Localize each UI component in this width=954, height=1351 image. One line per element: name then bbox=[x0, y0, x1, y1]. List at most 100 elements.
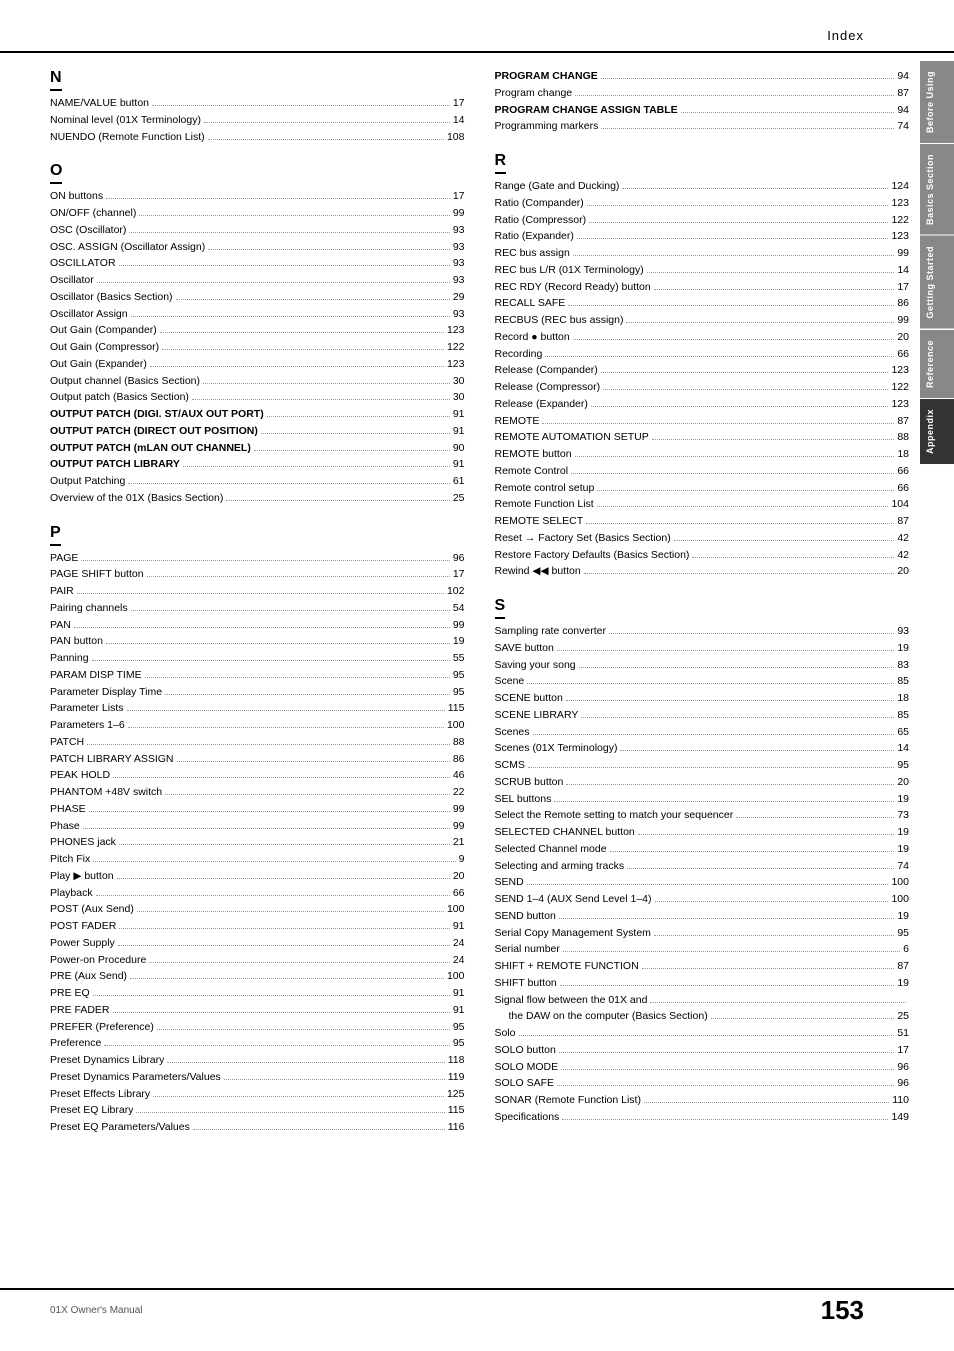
list-item: Power Supply 24 bbox=[50, 936, 465, 952]
list-item: Out Gain (Compressor) 122 bbox=[50, 340, 465, 356]
list-item: Parameters 1–6 100 bbox=[50, 718, 465, 734]
list-item: Scene 85 bbox=[495, 674, 910, 690]
list-item: Selecting and arming tracks 74 bbox=[495, 859, 910, 875]
list-item: Select the Remote setting to match your … bbox=[495, 808, 910, 824]
list-item: Preset EQ Parameters/Values 116 bbox=[50, 1120, 465, 1136]
list-item: REC bus assign 99 bbox=[495, 246, 910, 262]
list-item: Oscillator 93 bbox=[50, 273, 465, 289]
list-item: Reset → Factory Set (Basics Section) 42 bbox=[495, 531, 910, 547]
list-item: REMOTE SELECT 87 bbox=[495, 514, 910, 530]
list-item: Out Gain (Expander) 123 bbox=[50, 357, 465, 373]
list-item: Nominal level (01X Terminology) 14 bbox=[50, 113, 465, 129]
main-content: N NAME/VALUE button 17 Nominal level (01… bbox=[0, 63, 954, 1137]
list-item: Remote control setup 66 bbox=[495, 481, 910, 497]
section-p-continued: PROGRAM CHANGE 94 Program change 87 PROG… bbox=[495, 69, 910, 135]
page-header: Index bbox=[0, 20, 954, 53]
list-item: PAGE 96 bbox=[50, 551, 465, 567]
list-item: Remote Control 66 bbox=[495, 464, 910, 480]
list-item: Overview of the 01X (Basics Section) 25 bbox=[50, 491, 465, 507]
tab-appendix[interactable]: Appendix bbox=[920, 398, 954, 464]
list-item: Output channel (Basics Section) 30 bbox=[50, 374, 465, 390]
list-item: PHANTOM +48V switch 22 bbox=[50, 785, 465, 801]
list-item: SCENE LIBRARY 85 bbox=[495, 708, 910, 724]
list-item: SHIFT button 19 bbox=[495, 976, 910, 992]
list-item: SEND button 19 bbox=[495, 909, 910, 925]
page: Index Before Using Basics Section Gettin… bbox=[0, 0, 954, 1351]
list-item: REC RDY (Record Ready) button 17 bbox=[495, 280, 910, 296]
list-item: Range (Gate and Ducking) 124 bbox=[495, 179, 910, 195]
list-item: Serial number 6 bbox=[495, 942, 910, 958]
section-o: O ON buttons 17 ON/OFF (channel) 99 OSC … bbox=[50, 146, 465, 506]
tab-getting-started[interactable]: Getting Started bbox=[920, 235, 954, 329]
list-item: ON buttons 17 bbox=[50, 189, 465, 205]
list-item: SAVE button 19 bbox=[495, 641, 910, 657]
list-item: Out Gain (Compander) 123 bbox=[50, 323, 465, 339]
tab-reference[interactable]: Reference bbox=[920, 329, 954, 398]
list-item: Ratio (Expander) 123 bbox=[495, 229, 910, 245]
list-item: Ratio (Compressor) 122 bbox=[495, 213, 910, 229]
list-item: SEND 100 bbox=[495, 875, 910, 891]
list-item: SHIFT + REMOTE FUNCTION 87 bbox=[495, 959, 910, 975]
section-s: S Sampling rate converter 93 SAVE button… bbox=[495, 581, 910, 1126]
right-tabs: Before Using Basics Section Getting Star… bbox=[920, 60, 954, 464]
list-item: NUENDO (Remote Function List) 108 bbox=[50, 130, 465, 146]
list-item: Panning 55 bbox=[50, 651, 465, 667]
list-item: ON/OFF (channel) 99 bbox=[50, 206, 465, 222]
list-item: Recording 66 bbox=[495, 347, 910, 363]
list-item: Sampling rate converter 93 bbox=[495, 624, 910, 640]
list-item: OUTPUT PATCH LIBRARY 91 bbox=[50, 457, 465, 473]
list-item: Rewind ◀◀ button 20 bbox=[495, 564, 910, 580]
list-item: Release (Compressor) 122 bbox=[495, 380, 910, 396]
list-item: Preset Dynamics Library 118 bbox=[50, 1053, 465, 1069]
section-header-p: P bbox=[50, 524, 61, 546]
section-n: N NAME/VALUE button 17 Nominal level (01… bbox=[50, 63, 465, 145]
section-p: P PAGE 96 PAGE SHIFT button 17 PAIR 102 bbox=[50, 508, 465, 1136]
list-item: PROGRAM CHANGE 94 bbox=[495, 69, 910, 85]
section-header-o: O bbox=[50, 162, 62, 184]
list-item: Programming markers 74 bbox=[495, 119, 910, 135]
list-item: Solo 51 bbox=[495, 1026, 910, 1042]
list-item: Preset Dynamics Parameters/Values 119 bbox=[50, 1070, 465, 1086]
list-item: Signal flow between the 01X and bbox=[495, 993, 910, 1009]
page-footer: 01X Owner's Manual 153 bbox=[0, 1288, 954, 1331]
list-item: NAME/VALUE button 17 bbox=[50, 96, 465, 112]
left-column: N NAME/VALUE button 17 Nominal level (01… bbox=[50, 63, 465, 1137]
list-item: Scenes (01X Terminology) 14 bbox=[495, 741, 910, 757]
list-item: Scenes 65 bbox=[495, 725, 910, 741]
list-item: PAIR 102 bbox=[50, 584, 465, 600]
footer-page-number: 153 bbox=[821, 1295, 864, 1326]
list-item: Saving your song 83 bbox=[495, 658, 910, 674]
list-item: PROGRAM CHANGE ASSIGN TABLE 94 bbox=[495, 103, 910, 119]
section-header-r: R bbox=[495, 152, 507, 174]
list-item: Oscillator (Basics Section) 29 bbox=[50, 290, 465, 306]
list-item: REC bus L/R (01X Terminology) 14 bbox=[495, 263, 910, 279]
tab-before-using[interactable]: Before Using bbox=[920, 60, 954, 143]
list-item: PAGE SHIFT button 17 bbox=[50, 567, 465, 583]
tab-basics-section[interactable]: Basics Section bbox=[920, 143, 954, 235]
list-item: PATCH 88 bbox=[50, 735, 465, 751]
list-item: RECALL SAFE 86 bbox=[495, 296, 910, 312]
list-item: OSCILLATOR 93 bbox=[50, 256, 465, 272]
list-item: Pairing channels 54 bbox=[50, 601, 465, 617]
section-header-s: S bbox=[495, 597, 506, 619]
list-item: PRE (Aux Send) 100 bbox=[50, 969, 465, 985]
list-item: Specifications 149 bbox=[495, 1110, 910, 1126]
list-item: Record ● button 20 bbox=[495, 330, 910, 346]
footer-manual: 01X Owner's Manual bbox=[50, 1305, 143, 1316]
section-r: R Range (Gate and Ducking) 124 Ratio (Co… bbox=[495, 136, 910, 580]
list-item: Output patch (Basics Section) 30 bbox=[50, 390, 465, 406]
list-item: Release (Expander) 123 bbox=[495, 397, 910, 413]
right-column: PROGRAM CHANGE 94 Program change 87 PROG… bbox=[495, 63, 910, 1137]
list-item: Playback 66 bbox=[50, 886, 465, 902]
list-item: PAN button 19 bbox=[50, 634, 465, 650]
list-item: PREFER (Preference) 95 bbox=[50, 1020, 465, 1036]
list-item: Program change 87 bbox=[495, 86, 910, 102]
list-item: OSC. ASSIGN (Oscillator Assign) 93 bbox=[50, 240, 465, 256]
list-item: Restore Factory Defaults (Basics Section… bbox=[495, 548, 910, 564]
list-item: Serial Copy Management System 95 bbox=[495, 926, 910, 942]
list-item: SCMS 95 bbox=[495, 758, 910, 774]
list-item: Preset EQ Library 115 bbox=[50, 1103, 465, 1119]
list-item: Power-on Procedure 24 bbox=[50, 953, 465, 969]
list-item: Output Patching 61 bbox=[50, 474, 465, 490]
list-item: PRE FADER 91 bbox=[50, 1003, 465, 1019]
